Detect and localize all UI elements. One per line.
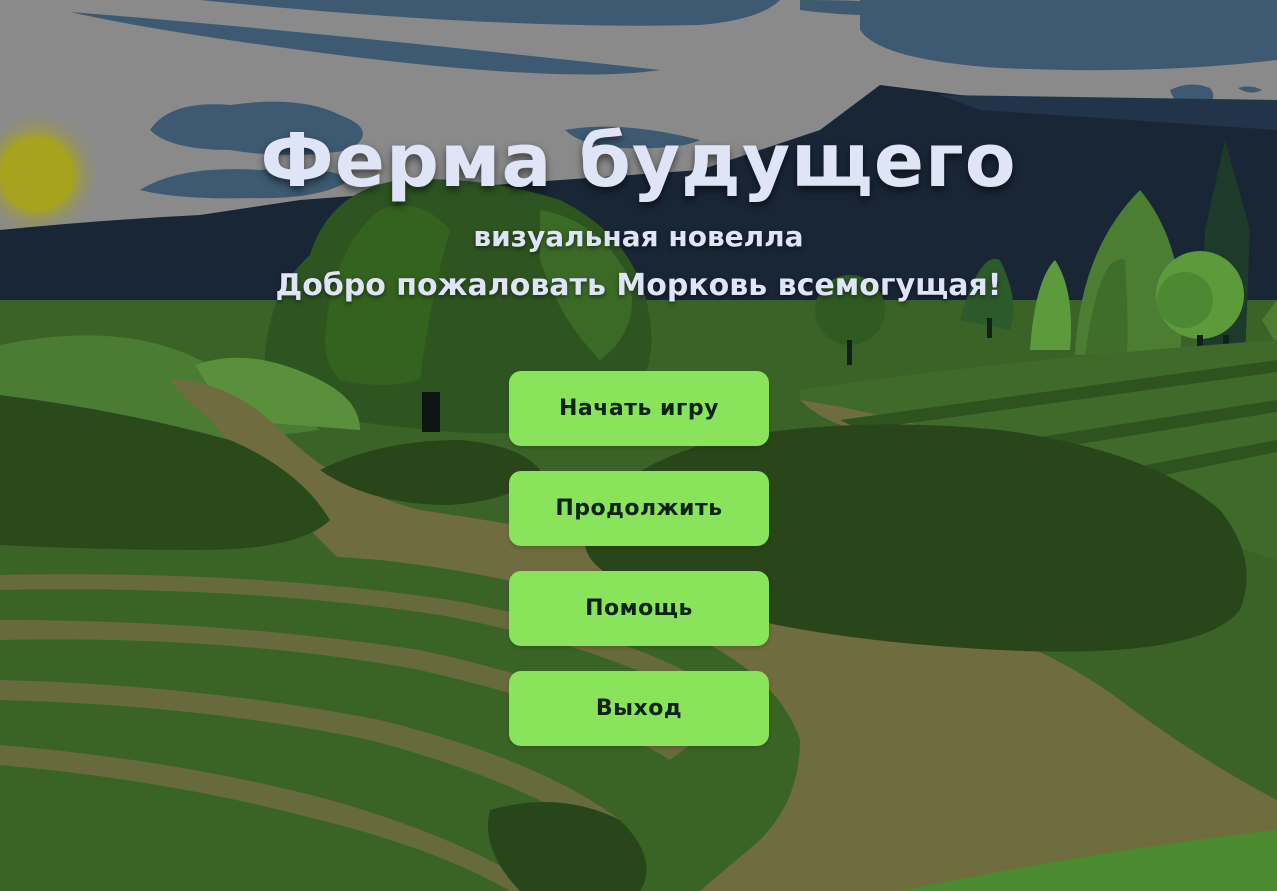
welcome-message: Добро пожаловать Морковь всемогущая!: [275, 268, 1002, 303]
game-subtitle: визуальная новелла: [473, 220, 804, 253]
start-game-button[interactable]: Начать игру: [509, 371, 769, 446]
continue-button[interactable]: Продолжить: [509, 471, 769, 546]
exit-button[interactable]: Выход: [509, 671, 769, 746]
help-button[interactable]: Помощь: [509, 571, 769, 646]
main-menu: Начать игру Продолжить Помощь Выход: [509, 371, 769, 771]
game-title: Ферма будущего: [260, 118, 1017, 204]
